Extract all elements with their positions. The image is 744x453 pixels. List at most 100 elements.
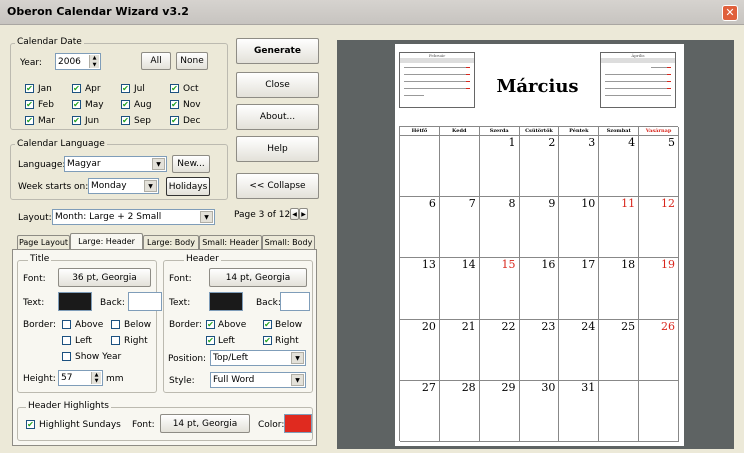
layout-label: Layout: bbox=[18, 213, 52, 223]
month-checkbox-jul[interactable]: ✔ bbox=[121, 84, 130, 93]
title-right-label: Right bbox=[124, 336, 148, 346]
all-months-button[interactable]: All bbox=[141, 52, 171, 70]
tab-large-header[interactable]: Large: Header bbox=[70, 233, 143, 249]
week-starts-select[interactable]: Monday ▼ bbox=[88, 178, 159, 194]
month-checkbox-oct[interactable]: ✔ bbox=[170, 84, 179, 93]
header-above-label: Above bbox=[218, 320, 247, 330]
next-page-icon[interactable]: ▶ bbox=[299, 208, 308, 220]
week-starts-value: Monday bbox=[91, 181, 127, 191]
window-title: Oberon Calendar Wizard v3.2 bbox=[7, 5, 189, 18]
header-text-color-swatch[interactable] bbox=[209, 292, 243, 311]
chevron-down-icon[interactable]: ▼ bbox=[291, 374, 304, 386]
header-below-checkbox[interactable]: ✔ bbox=[263, 320, 272, 329]
month-checkbox-jan[interactable]: ✔ bbox=[25, 84, 34, 93]
month-checkbox-may[interactable]: ✔ bbox=[72, 100, 81, 109]
language-select[interactable]: Magyar ▼ bbox=[64, 156, 167, 172]
header-position-select[interactable]: Top/Left ▼ bbox=[210, 350, 306, 366]
month-checkbox-sep[interactable]: ✔ bbox=[121, 116, 130, 125]
year-label: Year: bbox=[20, 58, 42, 68]
highlight-font-label: Font: bbox=[132, 420, 155, 430]
title-left-checkbox[interactable] bbox=[62, 336, 71, 345]
day-number: 14 bbox=[461, 258, 476, 272]
highlight-sundays-checkbox[interactable]: ✔ bbox=[26, 420, 35, 429]
header-style-label: Style: bbox=[169, 376, 195, 386]
chevron-down-icon[interactable]: ▼ bbox=[200, 211, 213, 223]
month-checkbox-mar[interactable]: ✔ bbox=[25, 116, 34, 125]
title-height-label: Height: bbox=[23, 374, 56, 384]
week-starts-label: Week starts on: bbox=[18, 182, 89, 192]
title-below-checkbox[interactable] bbox=[111, 320, 120, 329]
header-text-color-label: Text: bbox=[169, 298, 191, 308]
month-label: May bbox=[85, 100, 104, 110]
highlight-color-swatch[interactable] bbox=[284, 414, 312, 433]
day-cell: 31 bbox=[559, 380, 600, 442]
no-months-button[interactable]: None bbox=[176, 52, 208, 70]
day-cell: 7 bbox=[439, 197, 480, 259]
header-position-label: Position: bbox=[168, 354, 207, 364]
title-back-color-label: Back: bbox=[100, 298, 125, 308]
title-bar: Oberon Calendar Wizard v3.2 ✕ bbox=[0, 0, 744, 25]
title-back-color-swatch[interactable] bbox=[128, 292, 162, 311]
title-text-color-label: Text: bbox=[23, 298, 45, 308]
chevron-down-icon[interactable]: ▼ bbox=[291, 352, 304, 364]
month-checkbox-dec[interactable]: ✔ bbox=[170, 116, 179, 125]
title-font-button[interactable]: 36 pt, Georgia bbox=[58, 268, 151, 287]
generate-button[interactable]: Generate bbox=[236, 38, 319, 64]
month-checkbox-nov[interactable]: ✔ bbox=[170, 100, 179, 109]
month-label: Oct bbox=[183, 84, 199, 94]
tab-small-body[interactable]: Small: Body bbox=[262, 235, 315, 249]
spin-arrows-icon[interactable]: ▲ ▼ bbox=[91, 372, 101, 384]
header-border-label: Border: bbox=[169, 320, 203, 330]
header-position-value: Top/Left bbox=[213, 353, 249, 363]
prev-page-icon[interactable]: ◀ bbox=[290, 208, 299, 220]
new-language-button[interactable]: New... bbox=[172, 155, 210, 173]
title-above-checkbox[interactable] bbox=[62, 320, 71, 329]
title-height-spinner[interactable]: 57 ▲ ▼ bbox=[58, 370, 103, 386]
close-window-button[interactable]: ✕ bbox=[722, 5, 738, 21]
month-checkbox-aug[interactable]: ✔ bbox=[121, 100, 130, 109]
show-year-checkbox[interactable] bbox=[62, 352, 71, 361]
chevron-down-icon[interactable]: ▼ bbox=[152, 158, 165, 170]
day-cell: 10 bbox=[559, 197, 600, 259]
help-button[interactable]: Help bbox=[236, 136, 319, 162]
spin-arrows-icon[interactable]: ▲ ▼ bbox=[89, 55, 99, 68]
holidays-button[interactable]: Holidays bbox=[166, 177, 210, 196]
month-checkbox-apr[interactable]: ✔ bbox=[72, 84, 81, 93]
month-label: Jan bbox=[38, 84, 52, 94]
day-number: 18 bbox=[621, 258, 636, 272]
title-right-checkbox[interactable] bbox=[111, 336, 120, 345]
header-left-checkbox[interactable]: ✔ bbox=[206, 336, 215, 345]
day-cell: 28 bbox=[439, 380, 480, 442]
mini-calendar-prev: Február bbox=[399, 52, 475, 108]
day-cell: 30 bbox=[519, 380, 560, 442]
day-cell: 29 bbox=[479, 380, 520, 442]
title-text-color-swatch[interactable] bbox=[58, 292, 92, 311]
about-button[interactable]: About... bbox=[236, 104, 319, 130]
chevron-down-icon[interactable]: ▼ bbox=[144, 180, 157, 192]
day-number: 13 bbox=[421, 258, 436, 272]
tab-page-layout[interactable]: Page Layout bbox=[17, 235, 70, 249]
header-right-checkbox[interactable]: ✔ bbox=[263, 336, 272, 345]
year-spinner[interactable]: 2006 ▲ ▼ bbox=[55, 53, 101, 70]
close-button[interactable]: Close bbox=[236, 72, 319, 98]
header-left-label: Left bbox=[218, 336, 235, 346]
day-number: 22 bbox=[501, 319, 516, 333]
tab-small-header[interactable]: Small: Header bbox=[199, 235, 262, 249]
day-number: 6 bbox=[428, 197, 436, 211]
title-border-label: Border: bbox=[23, 320, 57, 330]
header-style-select[interactable]: Full Word ▼ bbox=[210, 372, 306, 388]
day-number: 16 bbox=[541, 258, 556, 272]
highlight-font-button[interactable]: 14 pt, Georgia bbox=[160, 414, 250, 433]
month-checkbox-jun[interactable]: ✔ bbox=[72, 116, 81, 125]
header-font-button[interactable]: 14 pt, Georgia bbox=[209, 268, 307, 287]
language-value: Magyar bbox=[67, 159, 101, 169]
day-cell: 27 bbox=[400, 380, 440, 442]
header-back-color-swatch[interactable] bbox=[280, 292, 310, 311]
header-above-checkbox[interactable]: ✔ bbox=[206, 320, 215, 329]
tab-large-body[interactable]: Large: Body bbox=[143, 235, 199, 249]
layout-select[interactable]: Month: Large + 2 Small ▼ bbox=[52, 209, 215, 225]
month-checkbox-feb[interactable]: ✔ bbox=[25, 100, 34, 109]
header-below-label: Below bbox=[275, 320, 303, 330]
collapse-button[interactable]: << Collapse bbox=[236, 173, 319, 199]
weekday-header: Kedd bbox=[439, 127, 480, 136]
